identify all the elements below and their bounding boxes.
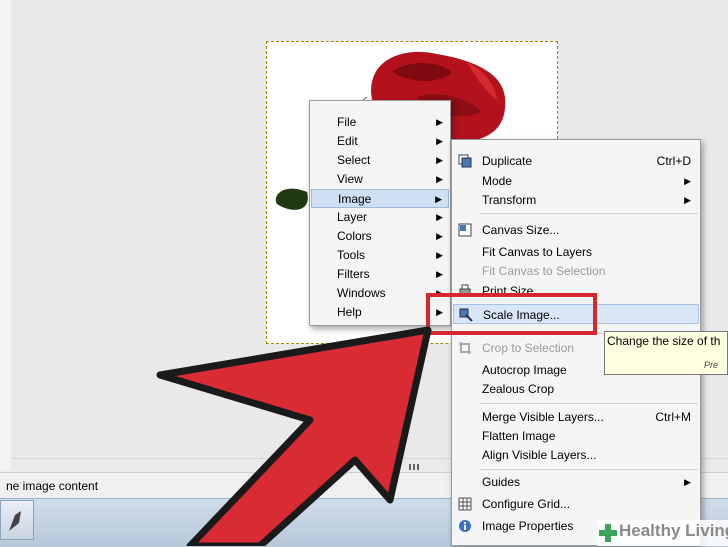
menu-separator (480, 469, 698, 470)
taskbar-app-button[interactable] (0, 500, 34, 540)
submenu-arrow-icon: ▶ (436, 269, 443, 279)
menu-item-edit[interactable]: Edit ▶ (311, 132, 449, 151)
menu-item-flatten-image[interactable]: Flatten Image (453, 426, 699, 446)
submenu-arrow-icon: ▶ (684, 176, 691, 186)
submenu-arrow-icon: ▶ (436, 174, 443, 184)
tooltip-text: Change the size of th (607, 334, 721, 348)
menu-item-duplicate[interactable]: Duplicate Ctrl+D (453, 151, 699, 171)
menu-item-tools[interactable]: Tools ▶ (311, 246, 449, 265)
menu-item-merge-visible-layers[interactable]: Merge Visible Layers... Ctrl+M (453, 407, 699, 427)
submenu-arrow-icon: ▶ (436, 250, 443, 260)
menu-separator (480, 403, 698, 404)
menu-item-file[interactable]: File ▶ (311, 113, 449, 132)
menu-item-mode[interactable]: Mode ▶ (453, 171, 699, 191)
menu-item-view[interactable]: View ▶ (311, 170, 449, 189)
submenu-arrow-icon: ▶ (436, 136, 443, 146)
menu-item-fit-canvas-selection[interactable]: Fit Canvas to Selection (453, 261, 699, 281)
menu-item-image[interactable]: Image ▶ (311, 189, 449, 208)
menu-item-select[interactable]: Select ▶ (311, 151, 449, 170)
menu-item-filters[interactable]: Filters ▶ (311, 265, 449, 284)
tooltip-subtext: Pre (704, 360, 719, 370)
highlight-box (426, 293, 597, 335)
menu-item-zealous-crop[interactable]: Zealous Crop (453, 379, 699, 399)
submenu-arrow-icon: ▶ (684, 195, 691, 205)
menu-item-fit-canvas-layers[interactable]: Fit Canvas to Layers (453, 242, 699, 262)
submenu-arrow-icon: ▶ (436, 117, 443, 127)
submenu-arrow-icon: ▶ (435, 194, 442, 204)
submenu-arrow-icon: ▶ (436, 231, 443, 241)
crop-icon (459, 342, 471, 354)
menu-item-canvas-size[interactable]: Canvas Size... (453, 220, 699, 240)
duplicate-icon (458, 154, 472, 168)
grid-icon (458, 497, 472, 511)
gimp-icon (9, 511, 21, 531)
menu-item-colors[interactable]: Colors ▶ (311, 227, 449, 246)
watermark-text: Healthy Living (619, 521, 728, 540)
info-icon (459, 520, 471, 532)
menu-item-align-visible-layers[interactable]: Align Visible Layers... (453, 445, 699, 465)
menu-item-guides[interactable]: Guides ▶ (453, 472, 699, 492)
canvas-size-icon (458, 223, 472, 237)
menu-item-configure-grid[interactable]: Configure Grid... (453, 494, 699, 514)
pointer-arrow-icon (156, 326, 432, 546)
submenu-arrow-icon: ▶ (436, 155, 443, 165)
status-text: ne image content (6, 479, 99, 493)
menu-item-layer[interactable]: Layer ▶ (311, 208, 449, 227)
submenu-arrow-icon: ▶ (436, 212, 443, 222)
submenu-arrow-icon: ▶ (684, 477, 691, 487)
menu-separator (480, 213, 698, 214)
menu-item-transform[interactable]: Transform ▶ (453, 190, 699, 210)
healthy-living-logo-icon (599, 524, 617, 542)
